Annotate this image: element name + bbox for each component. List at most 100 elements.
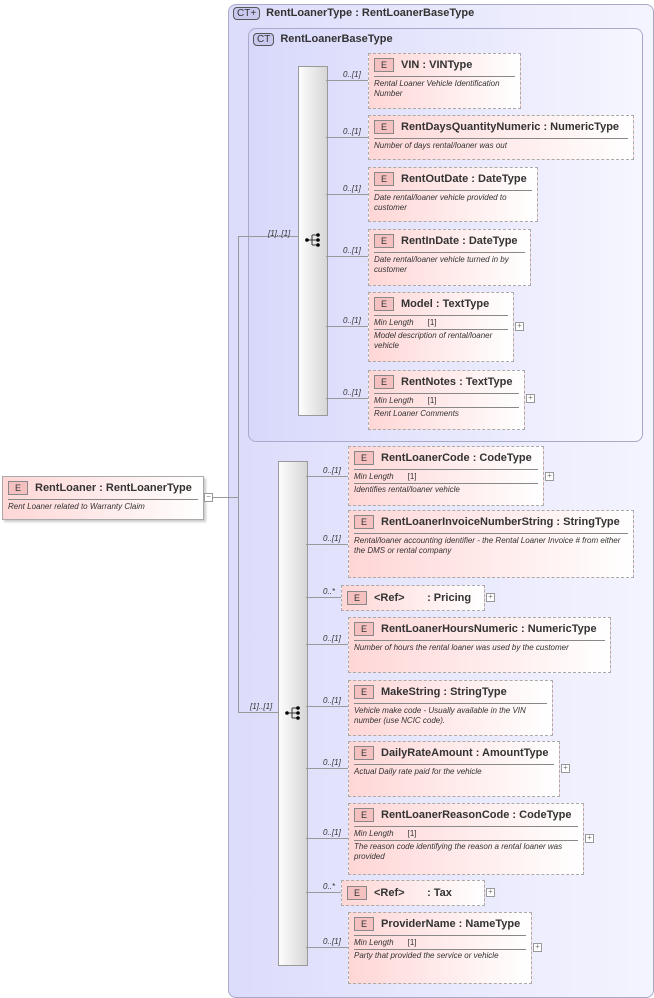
element-desc: Model description of rental/loaner vehic…: [374, 331, 493, 350]
facet-value: [1]: [407, 829, 417, 838]
multiplicity: 0..*: [323, 587, 336, 596]
min-length-facet: Min Length [1]: [374, 318, 508, 328]
sequence-multiplicity: [1]..[1]: [268, 229, 291, 238]
schema-element[interactable]: E RentLoanerHoursNumeric : NumericType Num…: [348, 617, 611, 673]
expand-icon[interactable]: +: [515, 322, 524, 331]
element-name: RentLoanerReasonCode: [381, 809, 510, 821]
schema-element[interactable]: E <Ref> : Tax: [341, 880, 485, 906]
expand-icon[interactable]: +: [526, 394, 535, 403]
multiplicity: 0..[1]: [343, 388, 361, 397]
facet-value: [1]: [407, 472, 417, 481]
multiplicity: 0..[1]: [323, 634, 341, 643]
schema-element[interactable]: E RentLoanerCode : CodeType Min Length [1] I…: [348, 446, 544, 506]
min-length-facet: Min Length [1]: [374, 396, 519, 406]
element-desc: Number of days rental/loaner was out: [374, 141, 507, 150]
schema-element[interactable]: E VIN : VINType Rental Loaner Vehicle Iden…: [368, 53, 521, 109]
root-element[interactable]: E RentLoaner : RentLoanerType Rent Loaner…: [2, 476, 204, 520]
facet-label: Min Length: [354, 472, 394, 481]
element-icon: E: [354, 515, 374, 529]
element-desc: The reason code identifying the reason a…: [354, 842, 563, 861]
element-type: : Pricing: [427, 592, 472, 604]
schema-element[interactable]: E Model : TextType Min Length [1] Model desc…: [368, 292, 514, 362]
expand-icon[interactable]: +: [533, 943, 542, 952]
element-desc: Date rental/loaner vehicle turned in by …: [374, 255, 509, 274]
schema-element[interactable]: E RentInDate : DateType Date rental/loaner…: [368, 229, 531, 286]
multiplicity: 0..[1]: [323, 937, 341, 946]
element-name: RentNotes: [401, 376, 457, 388]
multiplicity: 0..[1]: [323, 696, 341, 705]
element-icon: E: [354, 917, 374, 931]
expand-icon[interactable]: +: [486, 888, 495, 897]
element-type: : TextType: [459, 376, 513, 388]
element-desc: Identifies rental/loaner vehicle: [354, 485, 460, 494]
root-type: RentLoanerType: [105, 482, 192, 494]
outer-complex-type-header: CT+ RentLoanerType : RentLoanerBaseType: [233, 7, 474, 20]
multiplicity: 0..*: [323, 882, 336, 891]
collapse-icon[interactable]: −: [204, 493, 213, 502]
schema-element[interactable]: E <Ref> : Pricing: [341, 585, 485, 611]
element-type: : DateType: [471, 173, 527, 185]
sequence-icon: [305, 233, 320, 247]
ct-badge-icon: CT+: [233, 7, 261, 20]
multiplicity: 0..[1]: [323, 534, 341, 543]
expand-icon[interactable]: +: [486, 593, 495, 602]
element-desc: Rent Loaner Comments: [374, 409, 459, 418]
schema-element[interactable]: E RentDaysQuantityNumeric : NumericType Nu…: [368, 115, 634, 160]
multiplicity: 0..[1]: [323, 828, 341, 837]
element-name: RentLoanerInvoiceNumberString: [381, 516, 554, 528]
expand-icon[interactable]: +: [545, 472, 554, 481]
schema-element[interactable]: E RentOutDate : DateType Date rental/loane…: [368, 167, 538, 222]
element-icon: E: [347, 886, 367, 900]
element-name: RentLoanerHoursNumeric: [381, 623, 518, 635]
element-icon: E: [374, 375, 394, 389]
root-name: RentLoaner: [35, 482, 97, 494]
element-type: : CodeType: [472, 452, 532, 464]
facet-value: [1]: [427, 396, 437, 405]
min-length-facet: Min Length [1]: [354, 829, 578, 839]
element-desc: Number of hours the rental loaner was us…: [354, 643, 569, 652]
element-icon: E: [374, 58, 394, 72]
element-icon: E: [374, 120, 394, 134]
element-name: <Ref>: [374, 887, 405, 899]
facet-value: [1]: [427, 318, 437, 327]
expand-icon[interactable]: +: [585, 834, 594, 843]
element-name: VIN: [401, 59, 420, 71]
element-icon: E: [354, 746, 374, 760]
element-type: : NumericType: [520, 623, 597, 635]
element-icon: E: [354, 622, 374, 636]
facet-label: Min Length: [374, 396, 414, 405]
multiplicity: 0..[1]: [343, 316, 361, 325]
element-type: : DateType: [462, 235, 518, 247]
element-type: : CodeType: [512, 809, 572, 821]
element-name: RentInDate: [401, 235, 460, 247]
multiplicity: 0..[1]: [323, 758, 341, 767]
expand-icon[interactable]: +: [561, 764, 570, 773]
schema-element[interactable]: E DailyRateAmount : AmountType Actual Dail…: [348, 741, 560, 797]
facet-label: Min Length: [354, 829, 394, 838]
multiplicity: 0..[1]: [343, 246, 361, 255]
element-type: : StringType: [443, 686, 507, 698]
inner-complex-type-header: CT RentLoanerBaseType: [253, 33, 393, 46]
element-icon: E: [347, 591, 367, 605]
schema-element[interactable]: E RentLoanerReasonCode : CodeType Min Leng…: [348, 803, 584, 875]
min-length-facet: Min Length [1]: [354, 472, 538, 482]
schema-element[interactable]: E ProviderName : NameType Min Length [1] Par…: [348, 912, 532, 984]
element-type: : NumericType: [543, 121, 620, 133]
min-length-facet: Min Length [1]: [354, 938, 526, 948]
multiplicity: 0..[1]: [343, 70, 361, 79]
element-name: Model: [401, 298, 433, 310]
element-name: DailyRateAmount: [381, 747, 473, 759]
element-desc: Actual Daily rate paid for the vehicle: [354, 767, 482, 776]
element-desc: Date rental/loaner vehicle provided to c…: [374, 193, 507, 212]
multiplicity: 0..[1]: [343, 127, 361, 136]
element-type: : VINType: [422, 59, 473, 71]
facet-label: Min Length: [354, 938, 394, 947]
schema-element[interactable]: E RentNotes : TextType Min Length [1] Rent L…: [368, 370, 525, 430]
schema-element[interactable]: E RentLoanerInvoiceNumberString : StringT…: [348, 510, 634, 578]
sequence-icon: [285, 706, 300, 720]
outer-ct-title: RentLoanerType : RentLoanerBaseType: [266, 7, 475, 19]
element-name: RentOutDate: [401, 173, 469, 185]
schema-element[interactable]: E MakeString : StringType Vehicle make cod…: [348, 680, 553, 736]
element-name: ProviderName: [381, 918, 456, 930]
element-name: RentLoanerCode: [381, 452, 470, 464]
